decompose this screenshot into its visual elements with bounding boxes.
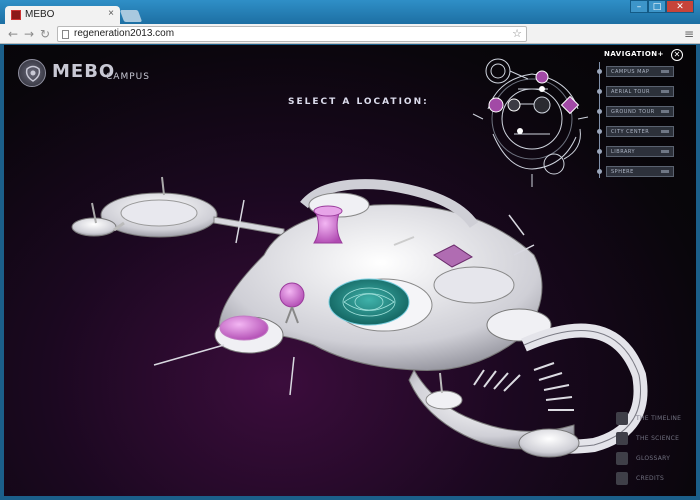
logo-emblem-icon — [18, 59, 46, 87]
reload-button[interactable]: ↻ — [40, 27, 50, 41]
credits-icon — [616, 472, 628, 485]
nav-dot — [597, 69, 602, 74]
navigation-panel: NAVIGATION+ ✕ CAMPUS MAP AERIAL TOUR GRO… — [596, 49, 692, 178]
window-titlebar: MEBO × – □ ✕ — [0, 0, 700, 24]
minimize-button[interactable]: – — [630, 0, 648, 13]
nav-item-aerial-tour[interactable]: AERIAL TOUR — [606, 86, 674, 97]
select-location-prompt: SELECT A LOCATION: — [288, 97, 429, 107]
window-controls: – □ ✕ — [630, 0, 694, 13]
navigation-close-button[interactable]: ✕ — [671, 49, 683, 61]
link-glossary[interactable]: GLOSSARY — [616, 451, 696, 467]
main-platform — [214, 179, 552, 372]
maximize-button[interactable]: □ — [648, 0, 666, 13]
logo-subtitle: CAMPUS — [106, 72, 150, 82]
address-bar[interactable]: regeneration2013.com ☆ — [57, 26, 527, 42]
forward-button[interactable]: → — [24, 27, 34, 41]
tab-title: MEBO — [25, 9, 55, 20]
browser-tab[interactable]: MEBO × — [5, 6, 120, 24]
science-icon — [616, 432, 628, 445]
close-window-button[interactable]: ✕ — [666, 0, 694, 13]
site-favicon-icon — [11, 10, 21, 20]
browser-toolbar: ← → ↻ regeneration2013.com ☆ ≡ — [0, 24, 700, 44]
west-pod — [71, 176, 218, 238]
nav-dot — [597, 109, 602, 114]
nav-item-ground-tour[interactable]: GROUND TOUR — [606, 106, 674, 117]
campus-3d-map[interactable] — [54, 145, 684, 485]
url-text: regeneration2013.com — [74, 28, 175, 39]
link-the-science[interactable]: THE SCIENCE — [616, 431, 696, 447]
nav-dot — [597, 89, 602, 94]
new-tab-button[interactable] — [119, 10, 143, 22]
link-credits[interactable]: CREDITS — [616, 471, 696, 487]
nav-item-campus-map[interactable]: CAMPUS MAP — [606, 66, 674, 77]
back-button[interactable]: ← — [8, 27, 18, 41]
bookmark-star-icon[interactable]: ☆ — [512, 27, 522, 40]
glossary-icon — [616, 452, 628, 465]
timeline-icon — [616, 412, 628, 425]
page-icon — [62, 30, 69, 39]
south-wing-fins — [473, 362, 574, 411]
page-viewport: MEBO CAMPUS SELECT A LOCATION: NAVIGATIO… — [4, 45, 696, 496]
browser-menu-icon[interactable]: ≡ — [684, 27, 694, 41]
nav-dot — [597, 129, 602, 134]
tab-close-icon[interactable]: × — [108, 8, 114, 19]
nav-item-city-center[interactable]: CITY CENTER — [606, 126, 674, 137]
link-the-timeline[interactable]: THE TIMELINE — [616, 411, 696, 427]
